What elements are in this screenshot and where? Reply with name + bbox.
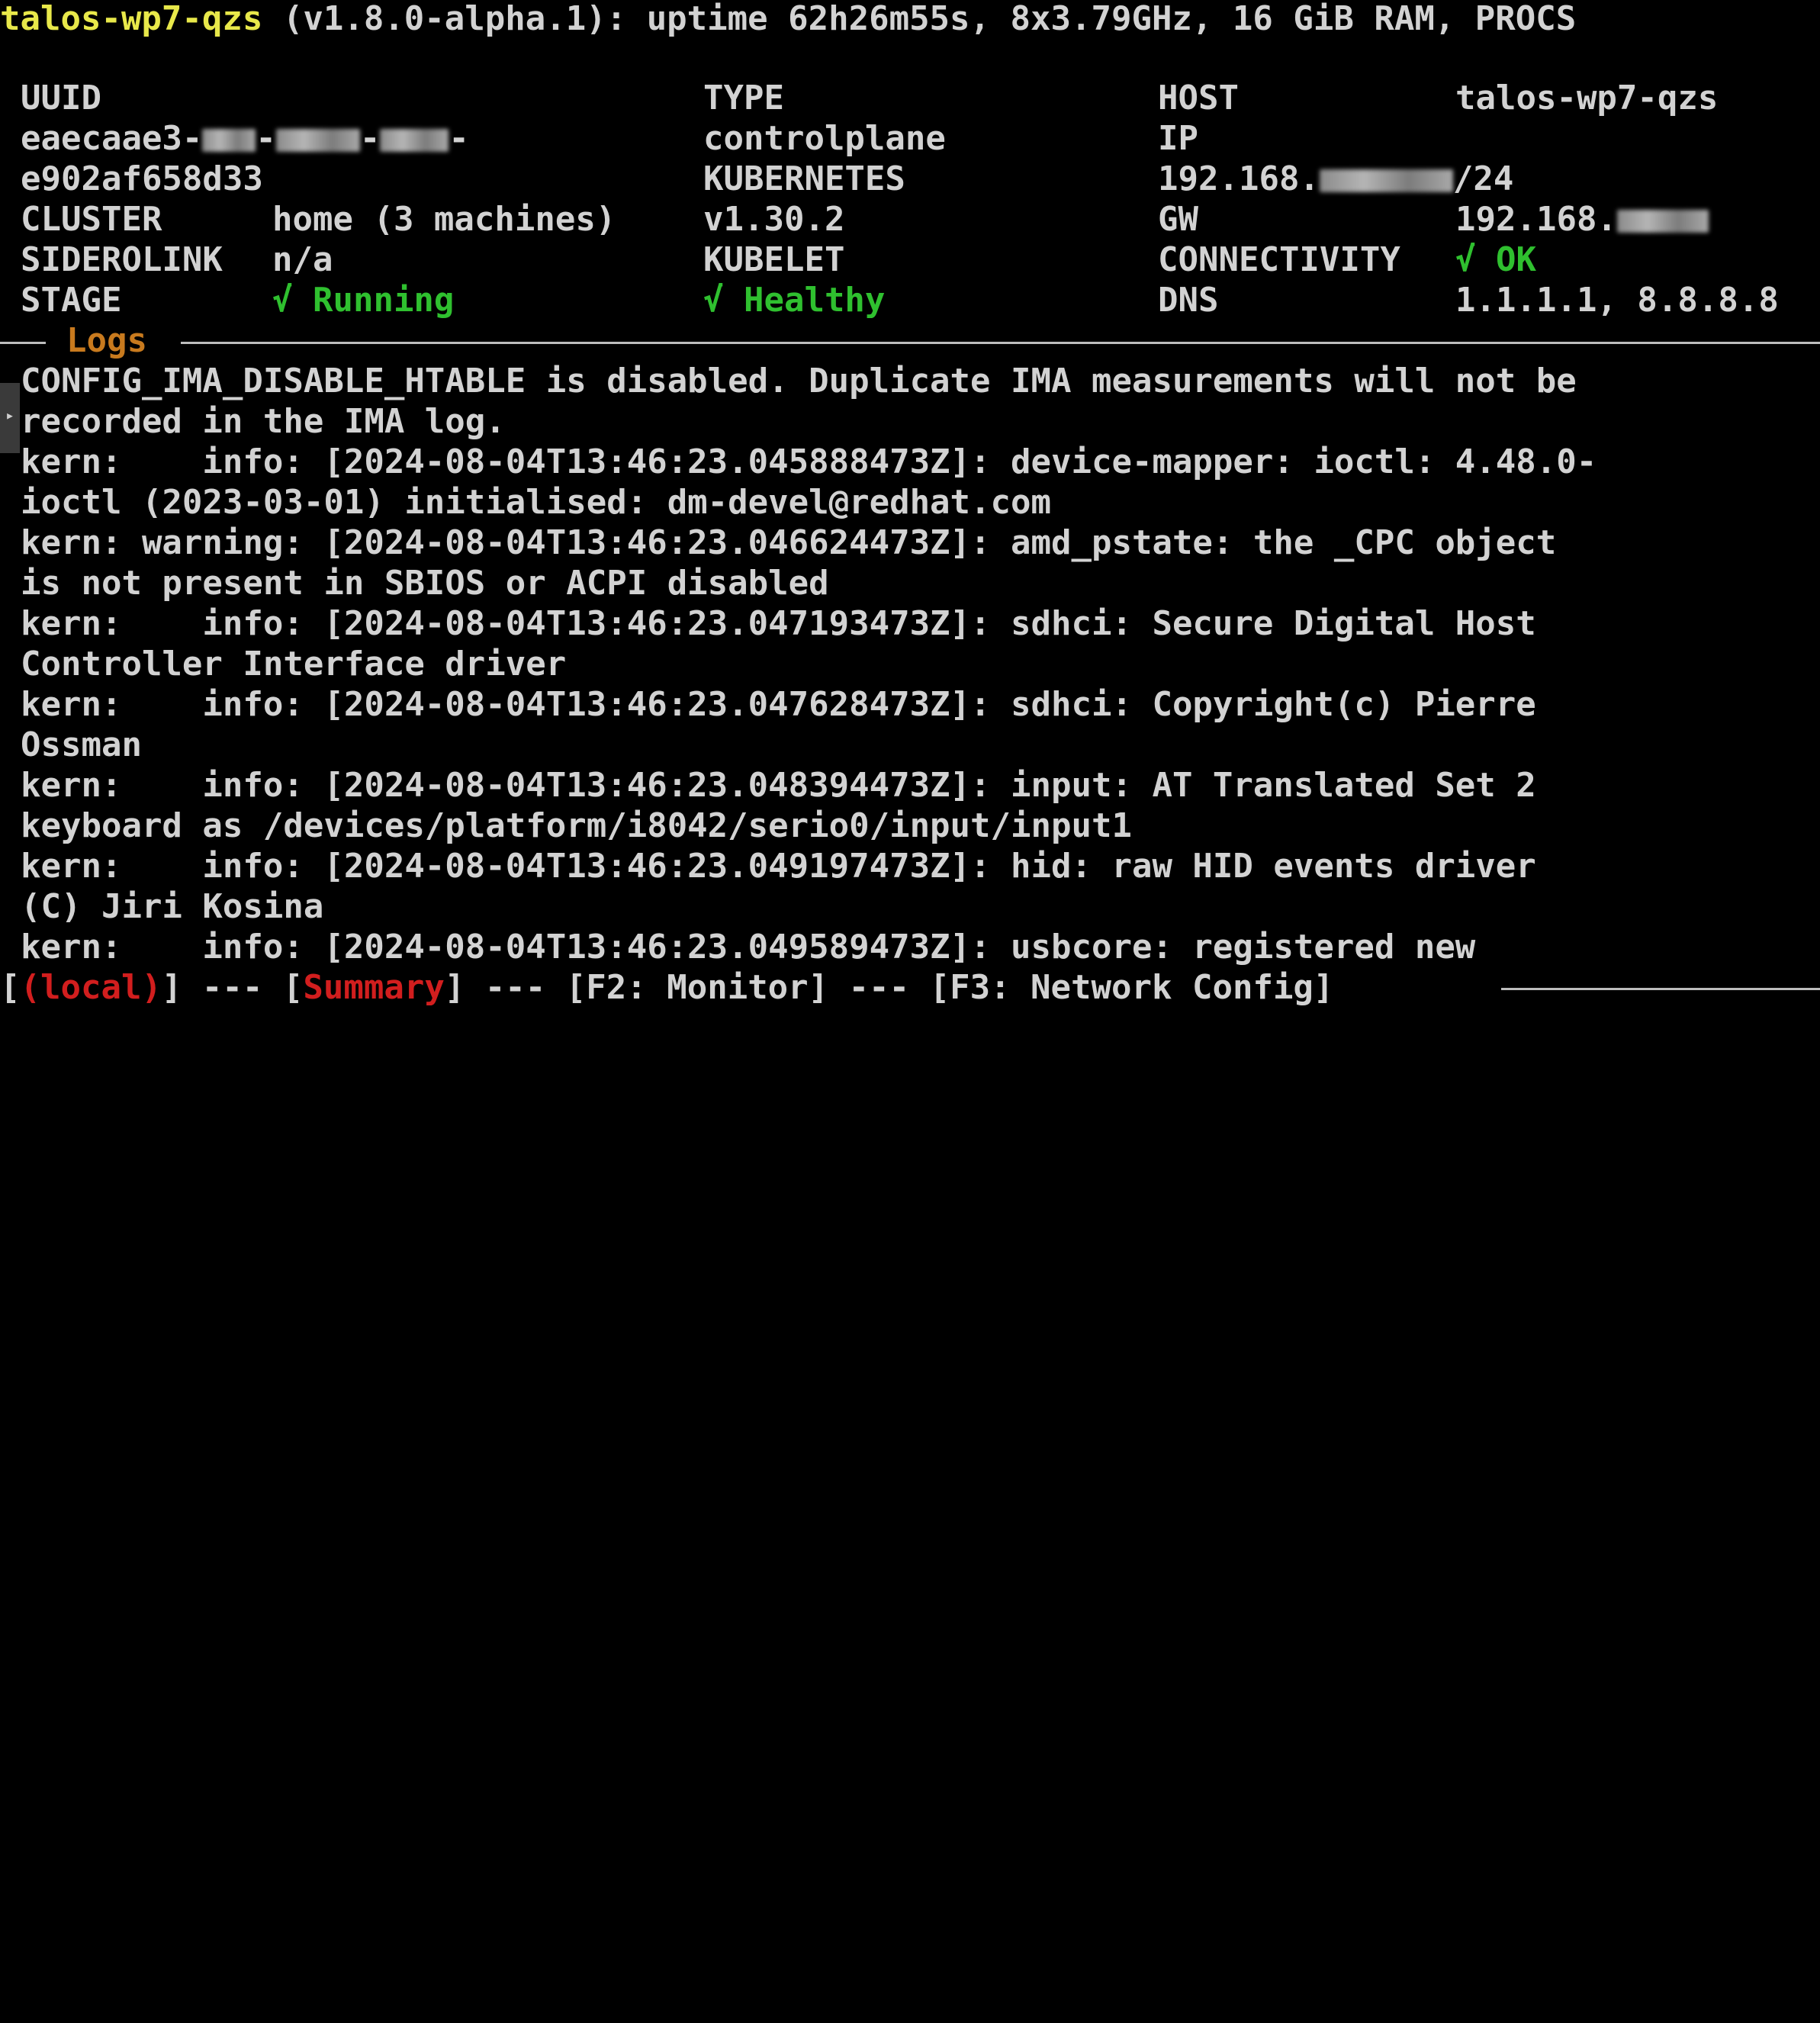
redacted-block [275,129,360,152]
footer-divider [1501,988,1820,990]
log-line: CONFIG_IMA_DISABLE_HTABLE is disabled. D… [21,362,1577,400]
uuid-part-1: eaecaae3- [21,119,203,158]
redacted-block [1319,169,1453,192]
kubelet-value: √ Healthy [703,281,886,320]
kubernetes-value: v1.30.2 [703,200,845,239]
connectivity-value: √ OK [1455,240,1536,279]
log-line: ioctl (2023-03-01) initialised: dm-devel… [21,483,1052,522]
bracket: [ [282,968,304,1007]
gw-label: GW [1158,200,1198,239]
logs-divider-right [181,342,1820,344]
redacted-block [202,129,256,152]
scroll-arrow-icon: ▸ [5,406,15,424]
log-line: recorded in the IMA log. [21,402,506,441]
stage-value: √ Running [272,281,455,320]
redacted-block [380,129,449,152]
ip-prefix: 192.168. [1158,159,1320,198]
kubernetes-label: KUBERNETES [703,159,905,198]
scrollbar-handle[interactable]: ▸ [0,383,20,453]
separator: --- [465,968,566,1007]
ip-value: 192.168. /24 [1158,159,1513,199]
cluster-value: home (3 machines) [272,200,616,239]
cluster-label: CLUSTER [21,200,162,239]
host-label: HOST [1158,79,1239,117]
dns-value: 1.1.1.1, 8.8.8.8 [1455,281,1779,320]
dns-label: DNS [1158,281,1219,320]
siderolink-value: n/a [272,240,333,279]
terminal-screen: talos-wp7-qzs (v1.8.0-alpha.1): uptime 6… [0,0,1820,1011]
uuid-separator: - [359,119,381,158]
bracket: ] [161,968,182,1007]
node-status-summary: (v1.8.0-alpha.1): uptime 62h26m55s, 8x3.… [262,0,1577,38]
log-line: Controller Interface driver [21,645,567,683]
tab-summary[interactable]: Summary [303,968,444,1007]
tab-network-config[interactable]: [F3: Network Config] [930,968,1334,1007]
separator: --- [182,968,283,1007]
ip-suffix: /24 [1452,159,1514,198]
separator: --- [828,968,930,1007]
tab-monitor[interactable]: [F2: Monitor] [566,968,828,1007]
uuid-value: eaecaae3- - - - [21,118,469,159]
connectivity-label: CONNECTIVITY [1158,240,1400,279]
gw-value: 192.168. [1455,199,1709,240]
siderolink-label: SIDEROLINK [21,240,223,279]
log-line: (C) Jiri Kosina [21,887,324,926]
log-line: kern: info: [2024-08-04T13:46:23.0495894… [21,928,1476,966]
stage-label: STAGE [21,281,122,320]
log-line: kern: info: [2024-08-04T13:46:23.0458884… [21,442,1597,481]
uuid-value-line2: e902af658d33 [21,159,263,198]
uuid-separator: - [256,119,276,158]
log-line: Ossman [21,725,142,764]
logs-divider-left [0,342,46,344]
log-line: keyboard as /devices/platform/i8042/seri… [21,806,1132,845]
logs-section-title: Logs [66,321,147,360]
log-line: kern: info: [2024-08-04T13:46:23.0483944… [21,766,1536,805]
log-line: kern: info: [2024-08-04T13:46:23.0476284… [21,685,1536,724]
node-hostname: talos-wp7-qzs [0,0,263,38]
log-line: kern: warning: [2024-08-04T13:46:23.0466… [21,523,1557,562]
redacted-block [1616,210,1709,233]
node-selector-local[interactable]: (local) [21,968,162,1007]
log-line: kern: info: [2024-08-04T13:46:23.0471934… [21,604,1536,643]
uuid-label: UUID [21,79,101,117]
log-line: is not present in SBIOS or ACPI disabled [21,564,829,603]
type-value: controlplane [703,119,946,158]
type-label: TYPE [703,79,784,117]
uuid-separator: - [449,119,469,158]
gw-prefix: 192.168. [1455,200,1617,239]
host-value: talos-wp7-qzs [1455,79,1719,117]
bracket: ] [444,968,465,1007]
kubelet-label: KUBELET [703,240,845,279]
bracket: [ [0,968,21,1007]
header-line: talos-wp7-qzs (v1.8.0-alpha.1): uptime 6… [0,0,1576,39]
log-line: kern: info: [2024-08-04T13:46:23.0491974… [21,847,1536,886]
footer-bar: [(local)] --- [Summary] --- [F2: Monitor… [0,967,1333,1008]
ip-label: IP [1158,119,1198,158]
